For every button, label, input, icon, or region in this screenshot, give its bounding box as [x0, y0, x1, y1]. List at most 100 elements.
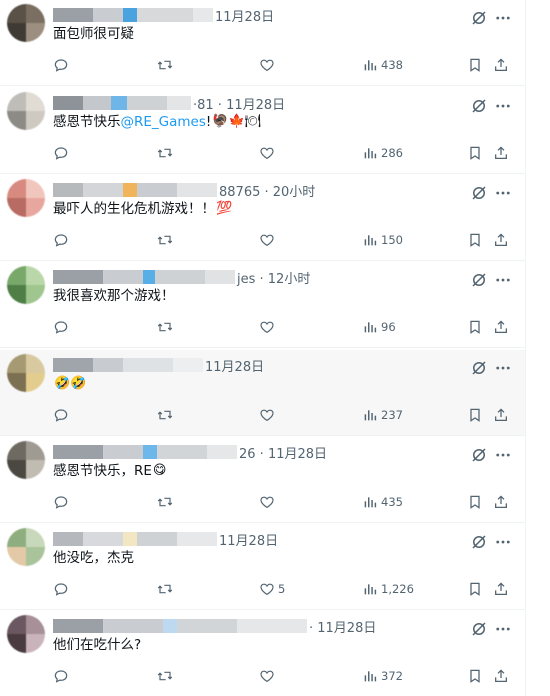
reply-button[interactable]: [53, 666, 72, 686]
retweet-button[interactable]: [157, 492, 176, 512]
avatar[interactable]: [7, 92, 45, 130]
reply-time[interactable]: 11月28日: [215, 6, 274, 25]
grok-icon[interactable]: [470, 97, 488, 115]
share-button[interactable]: [493, 55, 509, 75]
retweet-button[interactable]: [157, 143, 176, 163]
reply-item[interactable]: 11月28日 面包师很可疑 438: [0, 0, 525, 86]
reply-time[interactable]: · 11月28日: [309, 617, 376, 636]
more-icon[interactable]: [494, 184, 512, 202]
bookmark-button[interactable]: [467, 143, 483, 163]
reply-time[interactable]: ·81 · 11月28日: [193, 94, 285, 113]
more-icon[interactable]: [494, 97, 512, 115]
reply-item[interactable]: · 11月28日 他们在吃什么? 372: [0, 611, 525, 696]
redacted-username[interactable]: [53, 270, 235, 284]
reply-time[interactable]: 26 · 11月28日: [239, 443, 327, 462]
like-button[interactable]: [259, 666, 278, 686]
reply-item[interactable]: 88765 · 20小时 最吓人的生化危机游戏！！ 💯 150: [0, 175, 525, 261]
more-icon[interactable]: [494, 620, 512, 638]
redacted-username[interactable]: [53, 532, 217, 546]
more-icon[interactable]: [494, 359, 512, 377]
redacted-username[interactable]: [53, 358, 203, 372]
views-button[interactable]: 372: [362, 666, 403, 686]
like-button[interactable]: [259, 405, 278, 425]
reply-item[interactable]: ·81 · 11月28日 感恩节快乐 @RE_Games! 🦃🍁🍽 286: [0, 88, 525, 174]
avatar[interactable]: [7, 615, 45, 653]
views-button[interactable]: 96: [362, 317, 396, 337]
redacted-username[interactable]: [53, 96, 191, 110]
retweet-button[interactable]: [157, 666, 176, 686]
reply-item[interactable]: 26 · 11月28日 感恩节快乐，RE 😋 435: [0, 437, 525, 523]
retweet-button[interactable]: [157, 317, 176, 337]
share-button[interactable]: [493, 405, 509, 425]
share-button[interactable]: [493, 492, 509, 512]
grok-icon[interactable]: [470, 533, 488, 551]
grok-icon[interactable]: [470, 9, 488, 27]
share-button[interactable]: [493, 143, 509, 163]
redacted-username[interactable]: [53, 8, 213, 22]
views-button[interactable]: 150: [362, 230, 403, 250]
reply-time[interactable]: 11月28日: [219, 530, 278, 549]
reply-time[interactable]: jes · 12小时: [237, 268, 310, 287]
reply-button[interactable]: [53, 405, 72, 425]
avatar[interactable]: [7, 441, 45, 479]
bookmark-button[interactable]: [467, 317, 483, 337]
share-button[interactable]: [493, 230, 509, 250]
views-button[interactable]: 286: [362, 143, 403, 163]
bookmark-button[interactable]: [467, 55, 483, 75]
retweet-button[interactable]: [157, 55, 176, 75]
redacted-username[interactable]: [53, 445, 237, 459]
reply-button[interactable]: [53, 317, 72, 337]
grok-icon[interactable]: [470, 271, 488, 289]
reply-button[interactable]: [53, 230, 72, 250]
share-button[interactable]: [493, 666, 509, 686]
reply-button[interactable]: [53, 492, 72, 512]
reply-button[interactable]: [53, 55, 72, 75]
like-button[interactable]: [259, 55, 278, 75]
retweet-button[interactable]: [157, 230, 176, 250]
like-button[interactable]: [259, 230, 278, 250]
bookmark-button[interactable]: [467, 230, 483, 250]
grok-icon[interactable]: [470, 184, 488, 202]
redacted-username[interactable]: [53, 183, 217, 197]
reply-time[interactable]: 88765 · 20小时: [219, 181, 315, 200]
views-button[interactable]: 438: [362, 55, 403, 75]
views-button[interactable]: 435: [362, 492, 403, 512]
reply-item[interactable]: jes · 12小时 我很喜欢那个游戏！ 96: [0, 262, 525, 348]
reply-header: 26 · 11月28日: [53, 443, 327, 462]
reply-icon: [53, 494, 69, 510]
more-icon[interactable]: [494, 271, 512, 289]
share-button[interactable]: [493, 317, 509, 337]
reply-text-body: 最吓人的生化危机游戏！！: [53, 201, 215, 217]
reply-time[interactable]: 11月28日: [205, 356, 264, 375]
avatar[interactable]: [7, 354, 45, 392]
reply-button[interactable]: [53, 143, 72, 163]
bookmark-button[interactable]: [467, 666, 483, 686]
more-icon[interactable]: [494, 446, 512, 464]
grok-icon[interactable]: [470, 359, 488, 377]
mention-link[interactable]: @RE_Games: [121, 113, 206, 131]
avatar[interactable]: [7, 528, 45, 566]
reply-item[interactable]: 11月28日 🤣🤣 237: [0, 350, 525, 436]
bookmark-button[interactable]: [467, 579, 483, 599]
grok-icon[interactable]: [470, 446, 488, 464]
more-icon[interactable]: [494, 9, 512, 27]
like-button[interactable]: [259, 317, 278, 337]
bookmark-button[interactable]: [467, 492, 483, 512]
retweet-button[interactable]: [157, 405, 176, 425]
reply-item[interactable]: 11月28日 他没吃，杰克 5 1,226: [0, 524, 525, 610]
avatar[interactable]: [7, 266, 45, 304]
more-icon[interactable]: [494, 533, 512, 551]
grok-icon[interactable]: [470, 620, 488, 638]
share-button[interactable]: [493, 579, 509, 599]
reply-button[interactable]: [53, 579, 72, 599]
redacted-username[interactable]: [53, 619, 307, 633]
bookmark-button[interactable]: [467, 405, 483, 425]
retweet-button[interactable]: [157, 579, 176, 599]
views-button[interactable]: 237: [362, 405, 403, 425]
like-button[interactable]: 5: [259, 579, 285, 599]
like-button[interactable]: [259, 492, 278, 512]
views-button[interactable]: 1,226: [362, 579, 414, 599]
like-button[interactable]: [259, 143, 278, 163]
avatar[interactable]: [7, 179, 45, 217]
avatar[interactable]: [7, 4, 45, 42]
